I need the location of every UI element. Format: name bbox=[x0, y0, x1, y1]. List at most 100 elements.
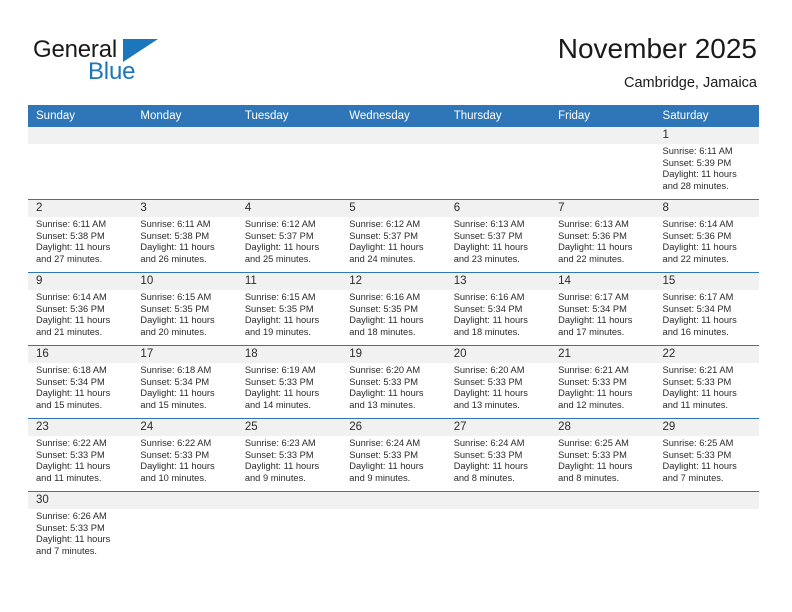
daylight-text-line2: and 13 minutes. bbox=[453, 399, 520, 410]
sunset-text: Sunset: 5:39 PM bbox=[662, 157, 732, 168]
sunset-text: Sunset: 5:34 PM bbox=[140, 376, 210, 387]
calendar-day-cell[interactable]: 18 Sunrise: 6:19 AM Sunset: 5:33 PM Dayligh… bbox=[236, 345, 342, 419]
day-cell-inner bbox=[445, 127, 551, 199]
daylight-text-line1: Daylight: 11 hours bbox=[140, 461, 215, 472]
day-cell-inner: 23 Sunrise: 6:22 AM Sunset: 5:33 PM Dayligh… bbox=[28, 419, 133, 491]
calendar-day-cell[interactable]: 3 Sunrise: 6:11 AM Sunset: 5:38 PM Daylight… bbox=[132, 199, 237, 273]
daylight-text-line1: Daylight: 11 hours bbox=[662, 388, 737, 399]
daylight-text-line2: and 21 minutes. bbox=[36, 326, 103, 337]
calendar-day-cell[interactable]: 25 Sunrise: 6:23 AM Sunset: 5:33 PM Dayligh… bbox=[236, 418, 342, 492]
sunset-text: Sunset: 5:35 PM bbox=[244, 303, 314, 314]
day-cell-inner: 9 Sunrise: 6:14 AM Sunset: 5:36 PM Daylight… bbox=[28, 273, 133, 345]
calendar-day-cell[interactable]: 13 Sunrise: 6:16 AM Sunset: 5:34 PM Dayligh… bbox=[445, 272, 551, 346]
day-number: 14 bbox=[550, 273, 655, 290]
daylight-text-line2: and 17 minutes. bbox=[558, 326, 625, 337]
day-cell-inner bbox=[445, 492, 551, 564]
day-number: 24 bbox=[132, 419, 237, 436]
sunset-text: Sunset: 5:33 PM bbox=[662, 376, 732, 387]
day-cell-inner: 18 Sunrise: 6:19 AM Sunset: 5:33 PM Dayligh… bbox=[236, 346, 342, 418]
general-blue-logo[interactable]: General Blue bbox=[33, 36, 233, 88]
day-details: Sunrise: 6:17 AM Sunset: 5:34 PM Daylight:… bbox=[655, 290, 759, 338]
calendar-day-cell[interactable]: 10 Sunrise: 6:15 AM Sunset: 5:35 PM Dayligh… bbox=[132, 272, 237, 346]
day-number: 21 bbox=[550, 346, 655, 363]
calendar-day-cell[interactable]: 9 Sunrise: 6:14 AM Sunset: 5:36 PM Daylight… bbox=[28, 272, 133, 346]
calendar-day-cell[interactable]: 20 Sunrise: 6:20 AM Sunset: 5:33 PM Dayligh… bbox=[445, 345, 551, 419]
day-cell-inner: 30 Sunrise: 6:26 AM Sunset: 5:33 PM Dayligh… bbox=[28, 492, 133, 564]
sunrise-text: Sunrise: 6:12 AM bbox=[349, 219, 421, 229]
day-details: Sunrise: 6:23 AM Sunset: 5:33 PM Daylight:… bbox=[237, 436, 341, 484]
calendar-day-cell[interactable]: 6 Sunrise: 6:13 AM Sunset: 5:37 PM Daylight… bbox=[445, 199, 551, 273]
calendar-day-cell[interactable]: 5 Sunrise: 6:12 AM Sunset: 5:37 PM Daylight… bbox=[341, 199, 446, 273]
day-number bbox=[341, 492, 446, 509]
calendar-day-cell[interactable]: 2 Sunrise: 6:11 AM Sunset: 5:38 PM Daylight… bbox=[28, 199, 133, 273]
calendar-day-cell[interactable]: 23 Sunrise: 6:22 AM Sunset: 5:33 PM Dayligh… bbox=[28, 418, 133, 492]
day-number bbox=[132, 127, 237, 144]
day-number: 6 bbox=[445, 200, 551, 217]
daylight-text-line1: Daylight: 11 hours bbox=[349, 315, 424, 326]
day-number: 22 bbox=[654, 346, 759, 363]
day-details: Sunrise: 6:16 AM Sunset: 5:34 PM Daylight:… bbox=[446, 290, 550, 338]
daylight-text-line2: and 15 minutes. bbox=[140, 399, 207, 410]
sunset-text: Sunset: 5:34 PM bbox=[36, 376, 105, 387]
day-cell-inner: 20 Sunrise: 6:20 AM Sunset: 5:33 PM Dayligh… bbox=[445, 346, 551, 418]
calendar-day-cell[interactable]: 14 Sunrise: 6:17 AM Sunset: 5:34 PM Dayligh… bbox=[550, 272, 655, 346]
day-details: Sunrise: 6:22 AM Sunset: 5:33 PM Daylight:… bbox=[132, 436, 236, 484]
sunrise-text: Sunrise: 6:11 AM bbox=[140, 219, 211, 229]
calendar-day-cell[interactable]: 15 Sunrise: 6:17 AM Sunset: 5:34 PM Dayligh… bbox=[654, 272, 759, 346]
daylight-text-line2: and 18 minutes. bbox=[453, 326, 520, 337]
daylight-text-line2: and 22 minutes. bbox=[662, 253, 729, 264]
sunrise-text: Sunrise: 6:24 AM bbox=[349, 438, 421, 448]
day-details: Sunrise: 6:24 AM Sunset: 5:33 PM Daylight:… bbox=[446, 436, 550, 484]
calendar-day-cell[interactable]: 30 Sunrise: 6:26 AM Sunset: 5:33 PM Dayligh… bbox=[28, 491, 133, 564]
calendar-header-row: Sunday Monday Tuesday Wednesday Thursday… bbox=[28, 105, 759, 127]
day-cell-inner bbox=[550, 127, 655, 199]
calendar-day-cell[interactable]: 22 Sunrise: 6:21 AM Sunset: 5:33 PM Dayligh… bbox=[654, 345, 759, 419]
sunrise-text: Sunrise: 6:14 AM bbox=[662, 219, 734, 229]
calendar-day-cell[interactable]: 19 Sunrise: 6:20 AM Sunset: 5:33 PM Dayligh… bbox=[341, 345, 446, 419]
sunset-text: Sunset: 5:33 PM bbox=[244, 376, 314, 387]
calendar-day-cell[interactable]: 12 Sunrise: 6:16 AM Sunset: 5:35 PM Dayligh… bbox=[341, 272, 446, 346]
sunrise-text: Sunrise: 6:18 AM bbox=[140, 365, 212, 375]
sunrise-text: Sunrise: 6:11 AM bbox=[36, 219, 107, 229]
calendar-day-cell[interactable]: 1 Sunrise: 6:11 AM Sunset: 5:39 PM Daylight… bbox=[654, 127, 759, 200]
calendar-day-cell[interactable]: 24 Sunrise: 6:22 AM Sunset: 5:33 PM Dayligh… bbox=[132, 418, 237, 492]
sunset-text: Sunset: 5:36 PM bbox=[36, 303, 105, 314]
day-cell-inner: 24 Sunrise: 6:22 AM Sunset: 5:33 PM Dayligh… bbox=[132, 419, 237, 491]
calendar-day-cell[interactable]: 7 Sunrise: 6:13 AM Sunset: 5:36 PM Daylight… bbox=[550, 199, 655, 273]
calendar-day-cell[interactable]: 28 Sunrise: 6:25 AM Sunset: 5:33 PM Dayligh… bbox=[550, 418, 655, 492]
sunset-text: Sunset: 5:36 PM bbox=[558, 230, 627, 241]
sunset-text: Sunset: 5:37 PM bbox=[244, 230, 314, 241]
day-details: Sunrise: 6:14 AM Sunset: 5:36 PM Daylight:… bbox=[655, 217, 759, 265]
calendar-day-cell[interactable]: 8 Sunrise: 6:14 AM Sunset: 5:36 PM Daylight… bbox=[654, 199, 759, 273]
calendar-week-row: 1 Sunrise: 6:11 AM Sunset: 5:39 PM Daylight… bbox=[28, 127, 759, 200]
day-cell-inner bbox=[132, 492, 237, 564]
daylight-text-line2: and 23 minutes. bbox=[453, 253, 520, 264]
day-details: Sunrise: 6:17 AM Sunset: 5:34 PM Daylight:… bbox=[550, 290, 654, 338]
calendar-day-cell[interactable]: 27 Sunrise: 6:24 AM Sunset: 5:33 PM Dayligh… bbox=[445, 418, 551, 492]
day-number: 27 bbox=[445, 419, 551, 436]
sunset-text: Sunset: 5:38 PM bbox=[140, 230, 210, 241]
daylight-text-line2: and 26 minutes. bbox=[140, 253, 207, 264]
day-cell-inner: 17 Sunrise: 6:18 AM Sunset: 5:34 PM Dayligh… bbox=[132, 346, 237, 418]
day-cell-inner: 7 Sunrise: 6:13 AM Sunset: 5:36 PM Daylight… bbox=[550, 200, 655, 272]
daylight-text-line1: Daylight: 11 hours bbox=[244, 388, 320, 399]
calendar-day-cell[interactable]: 21 Sunrise: 6:21 AM Sunset: 5:33 PM Dayligh… bbox=[550, 345, 655, 419]
day-cell-inner: 10 Sunrise: 6:15 AM Sunset: 5:35 PM Dayligh… bbox=[132, 273, 237, 345]
calendar-day-cell[interactable]: 11 Sunrise: 6:15 AM Sunset: 5:35 PM Dayligh… bbox=[236, 272, 342, 346]
day-details: Sunrise: 6:12 AM Sunset: 5:37 PM Daylight:… bbox=[341, 217, 445, 265]
calendar-week-row: 9 Sunrise: 6:14 AM Sunset: 5:36 PM Daylight… bbox=[28, 272, 759, 346]
day-details: Sunrise: 6:13 AM Sunset: 5:36 PM Daylight:… bbox=[550, 217, 654, 265]
calendar-day-cell[interactable]: 17 Sunrise: 6:18 AM Sunset: 5:34 PM Dayligh… bbox=[132, 345, 237, 419]
calendar-day-cell[interactable]: 26 Sunrise: 6:24 AM Sunset: 5:33 PM Dayligh… bbox=[341, 418, 446, 492]
daylight-text-line1: Daylight: 11 hours bbox=[662, 315, 737, 326]
day-cell-inner: 25 Sunrise: 6:23 AM Sunset: 5:33 PM Dayligh… bbox=[236, 419, 342, 491]
day-number: 19 bbox=[341, 346, 446, 363]
day-cell-inner: 2 Sunrise: 6:11 AM Sunset: 5:38 PM Daylight… bbox=[28, 200, 133, 272]
daylight-text-line2: and 9 minutes. bbox=[349, 472, 411, 483]
calendar-day-cell[interactable]: 29 Sunrise: 6:25 AM Sunset: 5:33 PM Dayligh… bbox=[654, 418, 759, 492]
day-number: 17 bbox=[132, 346, 237, 363]
day-cell-inner: 12 Sunrise: 6:16 AM Sunset: 5:35 PM Dayligh… bbox=[341, 273, 446, 345]
calendar-day-cell[interactable]: 16 Sunrise: 6:18 AM Sunset: 5:34 PM Dayligh… bbox=[28, 345, 133, 419]
daylight-text-line1: Daylight: 11 hours bbox=[662, 461, 737, 472]
calendar-day-cell[interactable]: 4 Sunrise: 6:12 AM Sunset: 5:37 PM Daylight… bbox=[236, 199, 342, 273]
